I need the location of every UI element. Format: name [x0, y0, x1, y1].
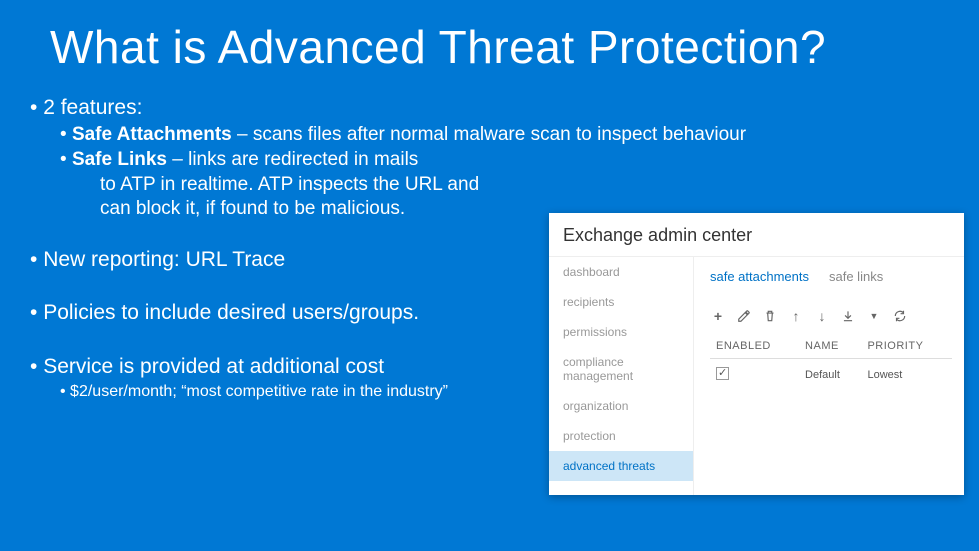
row-name: Default [799, 359, 861, 392]
delete-icon[interactable] [762, 308, 778, 324]
nav-dashboard[interactable]: dashboard [549, 257, 693, 287]
col-enabled: ENABLED [710, 334, 799, 359]
bullet-safe-attachments: Safe Attachments – scans files after nor… [30, 123, 949, 148]
safe-links-line2: to ATP in realtime. ATP inspects the URL… [30, 173, 949, 198]
add-icon[interactable]: + [710, 308, 726, 324]
edit-icon[interactable] [736, 308, 752, 324]
nav-recipients[interactable]: recipients [549, 287, 693, 317]
toolbar: + ↑ ↓ ▼ [710, 308, 952, 324]
table-row[interactable]: Default Lowest [710, 359, 952, 392]
checkbox-icon[interactable] [716, 367, 729, 380]
slide-title: What is Advanced Threat Protection? [0, 0, 979, 74]
panel-nav: dashboard recipients permissions complia… [549, 257, 694, 495]
col-priority: PRIORITY [861, 334, 952, 359]
nav-organization[interactable]: organization [549, 391, 693, 421]
move-up-icon[interactable]: ↑ [788, 308, 804, 324]
tab-safe-attachments[interactable]: safe attachments [710, 269, 809, 284]
col-name: NAME [799, 334, 861, 359]
export-icon[interactable] [840, 308, 856, 324]
safe-attach-rest: – scans files after normal malware scan … [232, 124, 746, 145]
dropdown-icon[interactable]: ▼ [866, 308, 882, 324]
bullet-safe-links: Safe Links – links are redirected in mai… [30, 148, 949, 173]
policy-table: ENABLED NAME PRIORITY Default Lowest [710, 334, 952, 391]
panel-main: safe attachments safe links + ↑ ↓ ▼ [694, 257, 964, 495]
nav-advanced-threats[interactable]: advanced threats [549, 451, 693, 481]
safe-links-bold: Safe Links [72, 149, 167, 170]
nav-protection[interactable]: protection [549, 421, 693, 451]
tabs: safe attachments safe links [710, 269, 952, 284]
panel-title: Exchange admin center [549, 213, 964, 257]
tab-safe-links[interactable]: safe links [829, 269, 883, 284]
row-priority: Lowest [861, 359, 952, 392]
nav-compliance[interactable]: compliance management [549, 347, 693, 391]
nav-permissions[interactable]: permissions [549, 317, 693, 347]
exchange-admin-panel: Exchange admin center dashboard recipien… [549, 213, 964, 495]
refresh-icon[interactable] [892, 308, 908, 324]
move-down-icon[interactable]: ↓ [814, 308, 830, 324]
safe-links-rest: – links are redirected in mails [167, 149, 418, 170]
bullet-features: 2 features: [30, 94, 949, 121]
safe-attach-bold: Safe Attachments [72, 124, 232, 145]
